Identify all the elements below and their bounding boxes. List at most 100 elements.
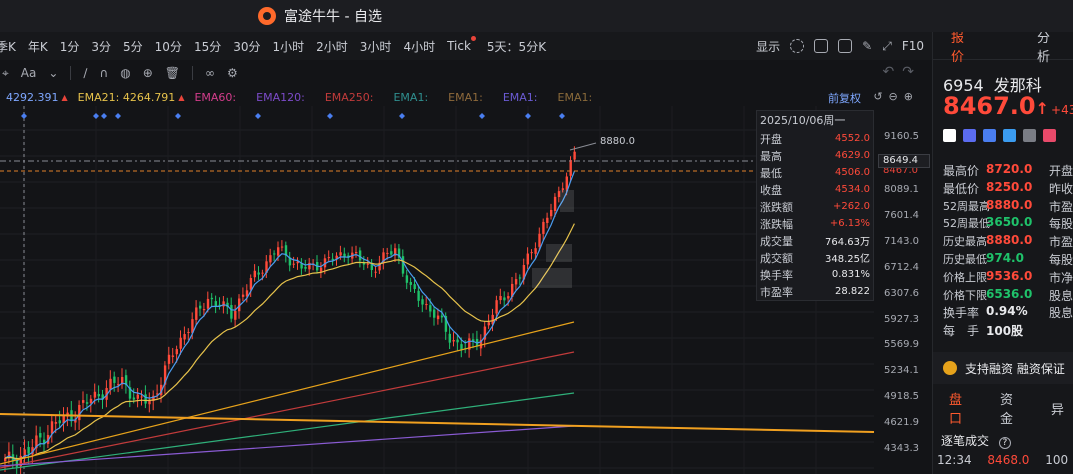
candle-body [390, 251, 393, 255]
window-title: 富途牛牛 - 自选 [284, 9, 382, 25]
info-value: 4552.0 [835, 133, 870, 144]
period-5m[interactable]: 5分 [117, 38, 149, 55]
period-3h[interactable]: 3小时 [354, 38, 398, 55]
arc-tool-icon[interactable]: ∩ [99, 66, 108, 80]
pen-icon[interactable]: ✎ [862, 39, 872, 53]
axis-tick: 4621.9 [884, 417, 919, 428]
chart-zoom-controls[interactable]: ↺⊖⊕ [873, 90, 919, 103]
f10-button[interactable]: F10 [902, 39, 924, 53]
stat-key: 最高价 [943, 164, 980, 178]
candle-body [421, 299, 424, 305]
stat-key-2: 每股 [1049, 252, 1073, 267]
candle-body [171, 355, 175, 357]
info-key: 涨跌幅 [760, 217, 793, 231]
period-tick[interactable]: Tick [441, 36, 477, 53]
candle-body [253, 270, 256, 278]
stat-value: 6536.0 [986, 286, 1033, 301]
period-1m[interactable]: 1分 [54, 38, 86, 55]
ema1-label-d[interactable]: EMA1: [558, 91, 593, 104]
period-10m[interactable]: 10分 [149, 38, 188, 55]
stat-key: 历史最低 [943, 252, 987, 266]
candle-body [366, 263, 370, 265]
event-marker-icon [93, 113, 99, 119]
eye-tool-icon[interactable]: ◍ [120, 66, 130, 80]
candle-body [249, 278, 253, 290]
ema120-label[interactable]: EMA120: [256, 91, 305, 104]
heart-icon[interactable] [1043, 129, 1056, 142]
candle-body [448, 333, 451, 343]
link-icon[interactable]: ∞ [205, 66, 215, 80]
period-1h[interactable]: 1小时 [267, 38, 311, 55]
indicator-legend: 4292.391 ▲ EMA21: 4264.791 ▲ EMA60: EMA1… [0, 88, 932, 106]
line-tool-icon[interactable]: ∕ [83, 66, 87, 80]
option-icon[interactable] [1003, 129, 1016, 142]
period-15m[interactable]: 15分 [188, 38, 227, 55]
period-3m[interactable]: 3分 [85, 38, 117, 55]
stat-value: 9536.0 [986, 268, 1033, 283]
candle-body [495, 300, 498, 314]
period-2h[interactable]: 2小时 [310, 38, 354, 55]
tab-analysis[interactable]: 分析 [987, 32, 1073, 65]
info-key: 成交量 [760, 234, 793, 248]
ema1-label-b[interactable]: EMA1: [448, 91, 483, 104]
adjust-dropdown[interactable]: 前复权 [828, 90, 861, 106]
tab-orderbook[interactable]: 盘口 [933, 389, 984, 427]
draw-settings-icon[interactable]: ⚙︎ [227, 66, 238, 80]
candle-body [222, 301, 225, 307]
stock-price: 8467.0↑+431 [943, 92, 1073, 120]
trash-icon[interactable]: 🗑︎ [165, 66, 180, 80]
period-5day-5m[interactable]: 5天：5分K [481, 38, 552, 55]
period-year[interactable]: 年K [22, 38, 54, 55]
candle-body [214, 301, 217, 307]
ema60-label[interactable]: EMA60: [194, 91, 236, 104]
info-row: 最低 4506.0 [757, 164, 873, 181]
short-sell-icon[interactable] [963, 129, 976, 142]
ema21-label[interactable]: EMA21: 4264.791 [78, 91, 176, 104]
candle-body [557, 191, 561, 198]
text-tool[interactable]: Aa [21, 66, 37, 80]
magnet-tool-icon[interactable]: ⊕ [143, 66, 153, 80]
help-icon[interactable]: ? [998, 437, 1011, 449]
candle-body [89, 398, 93, 403]
candle-body [499, 295, 502, 301]
market-badges [943, 129, 1056, 142]
cursor-icon[interactable]: ⌖ [2, 66, 9, 81]
trade-time: 12:34 [937, 453, 972, 467]
candle-body [50, 421, 54, 434]
expand-icon[interactable]: ⤢ [882, 39, 892, 54]
period-30m[interactable]: 30分 [227, 38, 266, 55]
trade-icon[interactable] [983, 129, 996, 142]
stat-row: 每 手 100股 [943, 322, 1073, 340]
divider [192, 66, 194, 80]
calendar-icon[interactable] [1023, 129, 1036, 142]
margin-banner[interactable]: 支持融资 融资保证 [933, 352, 1073, 384]
dropdown-chevron-icon[interactable]: ⌄ [48, 66, 58, 80]
tab-other[interactable]: 异 [1035, 399, 1073, 418]
ema1-label-c[interactable]: EMA1: [503, 91, 538, 104]
info-key: 换手率 [760, 268, 793, 282]
display-dropdown[interactable]: 显示 [756, 38, 780, 55]
period-4h[interactable]: 4小时 [397, 38, 441, 55]
settings-gear-icon[interactable] [790, 39, 805, 53]
axis-tick: 4343.3 [884, 443, 919, 454]
stat-key-2: 市净 [1049, 270, 1073, 285]
tab-capital[interactable]: 资金 [984, 389, 1035, 427]
camera-icon[interactable] [838, 39, 853, 53]
axis-tick: 6307.6 [884, 288, 919, 299]
stat-value: 8250.0 [986, 179, 1033, 194]
volume-profile-box [560, 190, 574, 212]
info-value: +6.13% [829, 218, 870, 229]
candle-body [27, 446, 30, 454]
volume-profile-box [546, 244, 572, 262]
fullscreen-icon[interactable] [814, 39, 829, 53]
candle-body [530, 252, 533, 254]
ema250-label[interactable]: EMA250: [325, 91, 374, 104]
candle-body [319, 267, 323, 272]
info-key: 最高 [760, 149, 782, 163]
tab-quote[interactable]: 报价 [933, 32, 987, 65]
period-season[interactable]: 季K [0, 38, 22, 55]
undo-redo-icons[interactable]: ↶↷ [883, 64, 922, 80]
candle-body [569, 160, 572, 176]
event-marker-icon [115, 113, 121, 119]
ema1-label-a[interactable]: EMA1: [393, 91, 428, 104]
